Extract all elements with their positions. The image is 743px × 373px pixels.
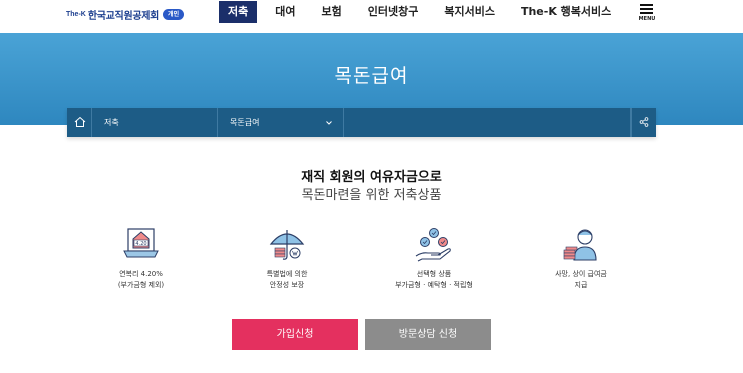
- share-button[interactable]: [631, 108, 656, 137]
- share-icon: [639, 117, 649, 127]
- intro-subline: 목돈마련을 위한 저축상품: [301, 188, 442, 203]
- hamburger-bar: [640, 12, 653, 14]
- breadcrumb-empty-slot: [344, 108, 631, 137]
- feature-caption-sub: 안정성 보장: [269, 281, 305, 289]
- nav-item-internet-branch[interactable]: 인터넷창구: [368, 1, 419, 23]
- site-logo[interactable]: The-K 한국교직원공제회 개인: [66, 7, 185, 22]
- personal-badge: 개인: [163, 8, 185, 20]
- logo-prefix: The-K: [66, 10, 86, 18]
- chevron-down-icon: [326, 121, 332, 125]
- menu-label: MENU: [638, 16, 656, 22]
- feature-caption: 선택형 상품: [416, 270, 452, 278]
- breadcrumb: 저축 목돈급여: [67, 108, 656, 137]
- intro-headline: 재직 회원의 여유자금으로: [301, 170, 442, 185]
- hand-choice-icon: [415, 228, 451, 262]
- feature-interest-rate: 4.20 연복리 4.20% (부가금형 제외): [81, 226, 201, 291]
- feature-caption: 특별법에 의한: [266, 270, 308, 278]
- breadcrumb-level1-label: 저축: [104, 118, 119, 127]
- feature-caption: 사망, 상이 급여금: [555, 270, 607, 278]
- breadcrumb-home[interactable]: [67, 108, 92, 137]
- page-title: 목돈급여: [334, 65, 409, 87]
- breadcrumb-level2-label: 목돈급여: [230, 118, 260, 127]
- nav-item-savings[interactable]: 저축: [219, 1, 258, 23]
- logo-org-name: 한국교직원공제회: [87, 10, 160, 22]
- top-navigation: The-K 한국교직원공제회 개인 저축 대여 보험 인터넷창구 복지서비스 T…: [0, 0, 743, 33]
- feature-caption-sub: 지급: [574, 281, 588, 289]
- rate-house-icon: 4.20: [123, 228, 159, 258]
- join-apply-button[interactable]: 가입신청: [232, 319, 358, 350]
- nav-item-welfare[interactable]: 복지서비스: [444, 1, 495, 23]
- breadcrumb-level2-dropdown[interactable]: 목돈급여: [218, 108, 344, 137]
- main-menu: 저축 대여 보험 인터넷창구 복지서비스 The-K 행복서비스: [219, 0, 611, 24]
- feature-choice: 선택형 상품 부가금형 · 예탁형 · 적립형: [374, 226, 494, 291]
- home-icon: [74, 116, 86, 127]
- nav-item-insurance[interactable]: 보험: [322, 1, 342, 23]
- feature-caption: 연복리 4.20%: [119, 270, 163, 278]
- feature-caption-sub: 부가금형 · 예탁형 · 적립형: [395, 281, 473, 289]
- hamburger-bar: [640, 8, 653, 10]
- feature-caption-sub: (부가금형 제외): [117, 281, 165, 289]
- hamburger-icon: [640, 4, 653, 6]
- nav-item-loan[interactable]: 대여: [275, 1, 295, 23]
- feature-safety: 특별법에 의한 안정성 보장: [227, 226, 347, 291]
- nav-item-happy-service[interactable]: The-K 행복서비스: [521, 1, 611, 23]
- feature-benefit: 사망, 상이 급여금 지급: [521, 226, 641, 291]
- visit-consultation-button[interactable]: 방문상담 신청: [365, 319, 491, 350]
- person-benefit-icon: [563, 229, 597, 261]
- umbrella-protection-icon: [269, 230, 305, 260]
- breadcrumb-level1[interactable]: 저축: [92, 108, 218, 137]
- menu-button[interactable]: MENU: [637, 2, 657, 24]
- rate-icon-text: 4.20: [135, 241, 146, 247]
